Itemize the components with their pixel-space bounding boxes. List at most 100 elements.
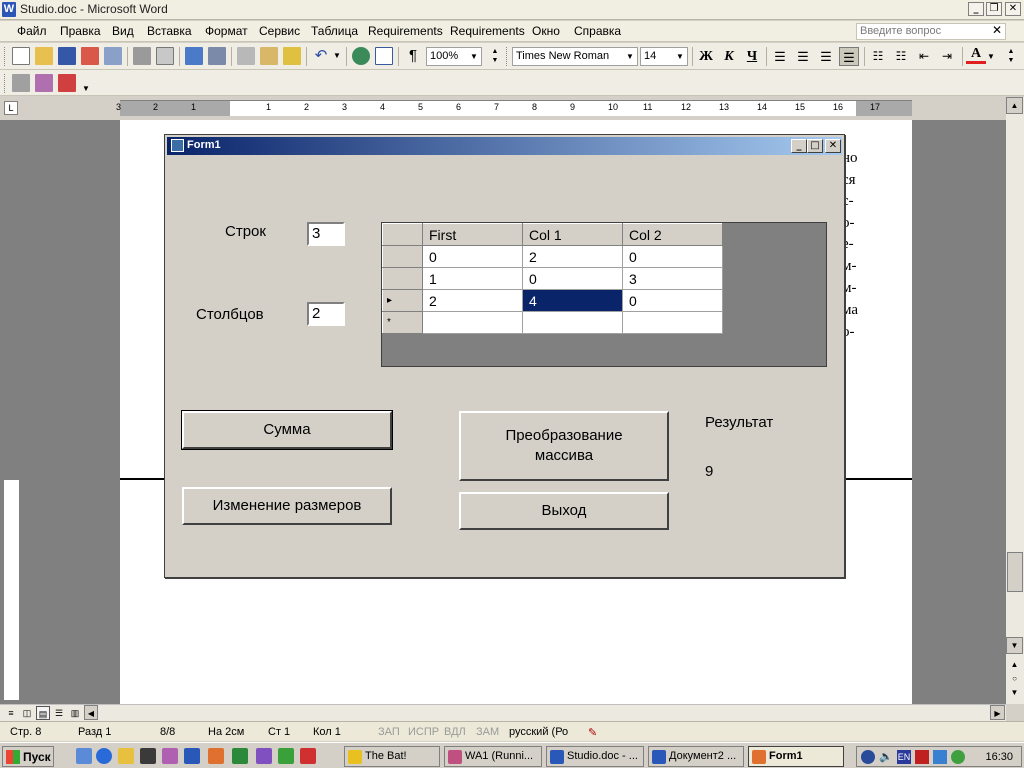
print-preview-icon[interactable] <box>156 47 174 65</box>
numbering-icon[interactable]: ☷ <box>868 47 888 66</box>
app-icon[interactable] <box>300 748 316 764</box>
status-track-changes[interactable]: ИСПР <box>408 726 439 738</box>
internet-explorer-icon[interactable] <box>96 748 112 764</box>
task-studio-doc[interactable]: Studio.doc - ... <box>546 746 644 767</box>
close-button[interactable]: ✕ <box>1005 2 1021 16</box>
language-indicator[interactable]: EN <box>897 750 911 764</box>
grid-cell[interactable]: 0 <box>622 289 723 312</box>
save-icon[interactable] <box>58 47 76 65</box>
undo-dropdown-icon[interactable]: ▼ <box>332 47 342 65</box>
vertical-ruler[interactable] <box>4 480 20 700</box>
exit-button[interactable]: Выход <box>459 492 669 530</box>
current-row-indicator-icon[interactable]: ▸ <box>382 289 423 312</box>
vertical-scrollbar[interactable]: ▲ ▼ ▲ ○ ▼ <box>1006 97 1024 704</box>
minimize-button[interactable]: _ <box>968 2 984 16</box>
table-row[interactable]: ▸ 2 4 0 <box>382 289 723 312</box>
scroll-right-icon[interactable]: ▶ <box>990 705 1005 720</box>
antivirus-icon[interactable] <box>915 750 929 764</box>
next-page-icon[interactable]: ▼ <box>1006 685 1023 702</box>
font-size-select[interactable]: 14 ▼ <box>640 47 688 66</box>
show-formatting-icon[interactable]: ¶ <box>404 47 422 65</box>
form-title-bar[interactable]: Form1 _ □ ✕ <box>167 137 842 155</box>
tray-app-icon[interactable] <box>861 750 875 764</box>
grid-header-col1[interactable]: Col 1 <box>522 223 623 246</box>
print-layout-icon[interactable]: ▤ <box>36 706 50 720</box>
bold-icon[interactable]: Ж <box>696 47 716 66</box>
grid-corner[interactable] <box>382 223 423 246</box>
spelling-status-icon[interactable]: ✎ <box>588 726 597 739</box>
tray-app-icon[interactable] <box>951 750 965 764</box>
justify-icon[interactable]: ☰ <box>839 47 859 66</box>
volume-icon[interactable]: 🔈 <box>879 750 893 764</box>
italic-icon[interactable]: К <box>719 47 739 66</box>
transform-array-button[interactable]: Преобразование массива <box>459 411 669 481</box>
menu-help[interactable]: Справка <box>574 24 621 38</box>
align-center-icon[interactable]: ☰ <box>793 47 813 66</box>
task-wa1[interactable]: WA1 (Runni... <box>444 746 542 767</box>
menu-insert[interactable]: Вставка <box>147 24 192 38</box>
scroll-down-icon[interactable]: ▼ <box>1006 637 1023 654</box>
toolbar-options-icon[interactable]: ▲ ▼ <box>490 47 500 65</box>
hyperlink-icon[interactable] <box>352 47 370 65</box>
start-button[interactable]: Пуск <box>2 746 54 767</box>
row-header[interactable] <box>382 267 423 290</box>
form-close-button[interactable]: ✕ <box>825 139 841 153</box>
grid-cell[interactable]: 3 <box>622 267 723 290</box>
task-form1[interactable]: Form1 <box>748 746 844 767</box>
form-maximize-button[interactable]: □ <box>807 139 823 153</box>
close-document-icon[interactable]: ✕ <box>992 23 1002 37</box>
tab-selector-icon[interactable]: L <box>4 101 18 115</box>
grid-cell[interactable] <box>622 311 723 334</box>
menu-requirements-1[interactable]: Requirements <box>368 24 443 38</box>
restore-button[interactable]: ❐ <box>986 2 1002 16</box>
decrease-indent-icon[interactable]: ⇤ <box>914 47 934 66</box>
permission-icon[interactable] <box>81 47 99 65</box>
horizontal-ruler[interactable]: 3 2 1 1 2 3 4 5 6 7 8 9 10 11 12 13 14 1… <box>116 100 912 116</box>
menu-view[interactable]: Вид <box>112 24 134 38</box>
spelling-icon[interactable] <box>185 47 203 65</box>
menu-file[interactable]: Файл <box>17 24 47 38</box>
columns-input[interactable]: 2 <box>307 302 345 326</box>
grid-cell[interactable]: 0 <box>422 245 523 268</box>
network-icon[interactable] <box>933 750 947 764</box>
bullets-icon[interactable]: ☷ <box>891 47 911 66</box>
powerpoint-icon[interactable] <box>208 748 224 764</box>
toolbar-grip[interactable] <box>4 47 7 66</box>
resize-button[interactable]: Изменение размеров <box>182 487 392 525</box>
paste-icon[interactable] <box>260 47 278 65</box>
font-color-dropdown-icon[interactable]: ▼ <box>986 47 996 66</box>
outlook-icon[interactable] <box>118 748 134 764</box>
grid-cell[interactable]: 0 <box>522 267 623 290</box>
clock[interactable]: 16:30 <box>985 751 1013 763</box>
toolbar-grip[interactable] <box>506 47 509 66</box>
show-desktop-icon[interactable] <box>76 748 92 764</box>
toolbar-options-icon[interactable]: ▲ ▼ <box>1006 47 1016 65</box>
form-icon[interactable] <box>171 139 184 152</box>
menu-table[interactable]: Таблица <box>311 24 358 38</box>
grid-cell[interactable] <box>422 311 523 334</box>
scroll-up-icon[interactable]: ▲ <box>1006 97 1023 114</box>
outline-view-icon[interactable]: ☰ <box>52 706 66 720</box>
debug-icon[interactable] <box>58 74 76 92</box>
scroll-thumb[interactable] <box>1007 552 1023 592</box>
grid-cell[interactable]: 0 <box>622 245 723 268</box>
task-document2[interactable]: Документ2 ... <box>648 746 744 767</box>
new-row-indicator-icon[interactable]: * <box>382 311 423 334</box>
table-row[interactable]: 1 0 3 <box>382 267 723 290</box>
word-icon[interactable] <box>184 748 200 764</box>
grid-cell[interactable] <box>522 311 623 334</box>
table-row[interactable]: 0 2 0 <box>382 245 723 268</box>
web-layout-icon[interactable]: ◫ <box>20 706 34 720</box>
underline-icon[interactable]: Ч <box>742 47 762 66</box>
sum-button[interactable]: Сумма <box>181 410 393 450</box>
app-icon[interactable] <box>140 748 156 764</box>
data-grid[interactable]: First Col 1 Col 2 0 2 0 1 0 3 ▸ 2 4 0 * <box>381 222 827 367</box>
rows-input[interactable]: 3 <box>307 222 345 246</box>
app-icon[interactable] <box>162 748 178 764</box>
increase-indent-icon[interactable]: ⇥ <box>937 47 957 66</box>
undo-icon[interactable]: ↶ <box>312 47 330 65</box>
task-the-bat[interactable]: The Bat! <box>344 746 440 767</box>
grid-cell-selected[interactable]: 4 <box>522 289 623 312</box>
print-icon[interactable] <box>133 47 151 65</box>
table-row-new[interactable]: * <box>382 311 723 334</box>
